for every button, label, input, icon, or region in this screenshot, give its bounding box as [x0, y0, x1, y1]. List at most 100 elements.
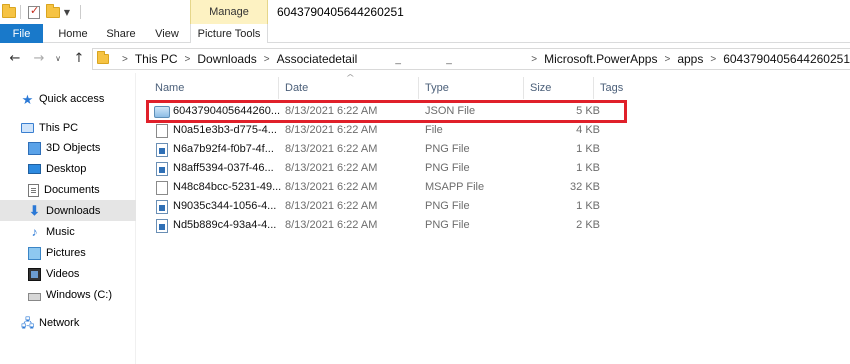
new-folder-icon[interactable] — [46, 3, 60, 20]
breadcrumb-current-folder[interactable]: 6043790405644260251 — [723, 52, 850, 66]
nav-item-label: Desktop — [46, 163, 87, 175]
file-name: N0a51e3b3-d775-4... — [173, 124, 277, 136]
file-row[interactable]: N6a7b92f4-f0b7-4f... 8/13/2021 6:22 AM P… — [149, 141, 619, 160]
toolbar-divider — [80, 4, 81, 20]
png-file-icon — [156, 143, 168, 157]
file-type: JSON File — [425, 105, 476, 117]
column-header-type[interactable]: Type — [419, 77, 524, 99]
column-header-tags[interactable]: Tags — [594, 77, 654, 99]
breadcrumb-associatedetail[interactable]: Associatedetail — [277, 52, 358, 66]
nav-item-documents[interactable]: Documents — [0, 180, 136, 200]
nav-item-label: This PC — [39, 122, 79, 134]
png-file-icon — [156, 162, 168, 176]
breadcrumb-separator-icon: > — [122, 53, 128, 65]
network-icon: 🖧 — [21, 315, 35, 330]
folder-icon — [2, 3, 16, 20]
column-header-date[interactable]: Date — [279, 77, 419, 99]
redaction-mark: _ — [395, 53, 401, 65]
nav-item-downloads[interactable]: ⬇ Downloads — [0, 200, 136, 221]
forward-arrow-icon[interactable]: → — [30, 49, 48, 67]
file-list: ^ Name Date Type Size Tags 6043790405644… — [137, 73, 850, 364]
nav-item-videos[interactable]: Videos — [0, 264, 136, 284]
file-row[interactable]: N0a51e3b3-d775-4... 8/13/2021 6:22 AM Fi… — [149, 122, 619, 141]
folder-icon — [97, 51, 109, 64]
generic-file-icon — [156, 124, 168, 138]
toolbar-divider — [20, 4, 21, 20]
back-arrow-icon[interactable]: ← — [6, 49, 24, 67]
music-note-icon: ♪ — [31, 224, 38, 239]
properties-icon[interactable] — [26, 4, 42, 20]
cube-icon — [28, 141, 41, 155]
nav-item-label: Videos — [46, 268, 80, 280]
nav-item-desktop[interactable]: Desktop — [0, 159, 136, 179]
nav-item-3d-objects[interactable]: 3D Objects — [0, 138, 136, 158]
file-name: N9035c344-1056-4... — [173, 200, 277, 212]
column-header-name[interactable]: Name — [149, 77, 279, 99]
file-size: 1 KB — [576, 162, 600, 174]
nav-item-label: Quick access — [39, 93, 105, 105]
file-date: 8/13/2021 6:22 AM — [285, 124, 378, 136]
tab-share[interactable]: Share — [100, 24, 142, 43]
file-type: PNG File — [425, 143, 470, 155]
nav-item-quick-access[interactable]: ★ Quick access — [0, 89, 136, 109]
file-name: Nd5b889c4-93a4-4... — [173, 219, 277, 231]
png-file-icon — [156, 200, 168, 214]
breadcrumb-separator-icon: > — [184, 53, 191, 65]
nav-item-windows-c[interactable]: Windows (C:) — [0, 285, 136, 305]
breadcrumb-separator-icon: > — [531, 53, 538, 65]
file-size: 1 KB — [576, 200, 600, 212]
file-type: PNG File — [425, 219, 470, 231]
customize-toolbar-chevron-icon[interactable]: ▼ — [62, 4, 72, 20]
tab-picture-tools[interactable]: Picture Tools — [190, 24, 268, 43]
computer-icon — [21, 123, 34, 133]
recent-locations-chevron-icon[interactable]: ∨ — [52, 49, 64, 67]
tab-file[interactable]: File — [0, 24, 43, 43]
breadcrumb-this-pc[interactable]: This PC — [135, 52, 178, 66]
nav-item-label: Windows (C:) — [46, 289, 113, 301]
star-icon: ★ — [21, 91, 34, 107]
file-size: 5 KB — [576, 105, 600, 117]
breadcrumb-downloads[interactable]: Downloads — [197, 52, 256, 66]
file-date: 8/13/2021 6:22 AM — [285, 219, 378, 231]
file-row[interactable]: 6043790405644260... 8/13/2021 6:22 AM JS… — [149, 103, 619, 122]
file-date: 8/13/2021 6:22 AM — [285, 162, 378, 174]
breadcrumb-separator-icon: > — [710, 53, 717, 65]
file-name: N8aff5394-037f-46... — [173, 162, 274, 174]
tab-view[interactable]: View — [146, 24, 188, 43]
manage-context-tab[interactable]: Manage — [190, 0, 268, 24]
file-row[interactable]: N48c84bcc-5231-49... 8/13/2021 6:22 AM M… — [149, 179, 619, 198]
nav-item-this-pc[interactable]: This PC — [0, 118, 136, 138]
file-type: PNG File — [425, 200, 470, 212]
address-bar[interactable]: > This PC > Downloads > Associatedetail … — [92, 48, 850, 70]
tab-home[interactable]: Home — [48, 24, 98, 43]
file-name: N6a7b92f4-f0b7-4f... — [173, 143, 274, 155]
json-file-icon — [154, 106, 170, 118]
up-arrow-icon[interactable]: ↑ — [70, 49, 88, 67]
file-name: 6043790405644260... — [173, 105, 281, 117]
nav-item-network[interactable]: 🖧 Network — [0, 313, 136, 333]
file-row[interactable]: Nd5b889c4-93a4-4... 8/13/2021 6:22 AM PN… — [149, 217, 619, 236]
file-type: File — [425, 124, 443, 136]
nav-item-music[interactable]: ♪ Music — [0, 222, 136, 242]
file-row[interactable]: N9035c344-1056-4... 8/13/2021 6:22 AM PN… — [149, 198, 619, 217]
file-date: 8/13/2021 6:22 AM — [285, 105, 378, 117]
nav-item-label: Documents — [44, 184, 100, 196]
file-row[interactable]: N8aff5394-037f-46... 8/13/2021 6:22 AM P… — [149, 160, 619, 179]
breadcrumb-apps[interactable]: apps — [677, 52, 703, 66]
column-headers: Name Date Type Size Tags — [137, 77, 850, 99]
column-header-size[interactable]: Size — [524, 77, 594, 99]
navigation-pane: ★ Quick access This PC 3D Objects Deskto… — [0, 73, 136, 364]
nav-item-pictures[interactable]: Pictures — [0, 243, 136, 263]
download-arrow-icon: ⬇ — [29, 203, 40, 218]
nav-item-label: 3D Objects — [46, 142, 101, 154]
window-title: 6043790405644260251 — [277, 5, 404, 19]
nav-item-label: Network — [39, 317, 80, 329]
png-file-icon — [156, 219, 168, 233]
pictures-icon — [28, 246, 41, 260]
file-type: PNG File — [425, 162, 470, 174]
file-date: 8/13/2021 6:22 AM — [285, 143, 378, 155]
breadcrumb-microsoft-powerapps[interactable]: Microsoft.PowerApps — [544, 52, 657, 66]
nav-item-label: Pictures — [46, 247, 86, 259]
file-type: MSAPP File — [425, 181, 485, 193]
redaction-mark: _ — [446, 53, 452, 65]
